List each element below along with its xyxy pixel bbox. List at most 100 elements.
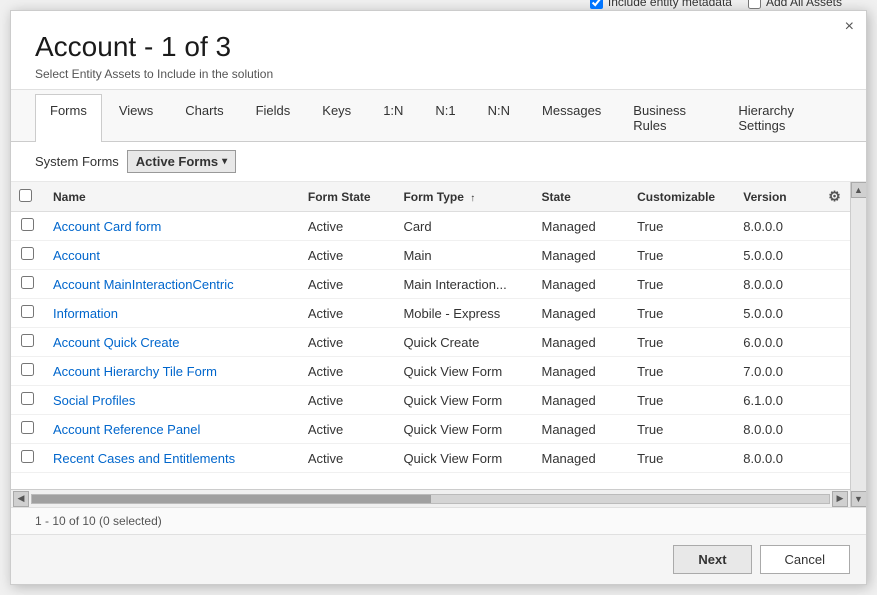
row-name[interactable]: Account Hierarchy Tile Form [45,357,300,386]
table-row[interactable]: Account Card formActiveCardManagedTrue8.… [11,212,850,241]
row-version: 8.0.0.0 [735,212,820,241]
next-button[interactable]: Next [673,545,751,574]
vertical-scroll-track[interactable] [851,198,866,491]
row-checkbox[interactable] [21,421,34,434]
table-row[interactable]: Social ProfilesActiveQuick View FormMana… [11,386,850,415]
col-customizable[interactable]: Customizable [629,182,735,212]
row-checkbox[interactable] [21,392,34,405]
tab-views[interactable]: Views [104,94,168,141]
row-name[interactable]: Recent Cases and Entitlements [45,444,300,473]
col-version[interactable]: Version [735,182,820,212]
tab-keys[interactable]: Keys [307,94,366,141]
table-wrapper: Name Form State Form Type ↑ State Custom… [11,182,850,507]
active-forms-dropdown[interactable]: Active Forms ▾ [127,150,236,173]
row-name[interactable]: Account [45,241,300,270]
table-row[interactable]: InformationActiveMobile - ExpressManaged… [11,299,850,328]
table-row[interactable]: Account MainInteractionCentricActiveMain… [11,270,850,299]
row-checkbox[interactable] [21,247,34,260]
col-form-type[interactable]: Form Type ↑ [395,182,533,212]
include-metadata-checkbox[interactable] [590,0,603,9]
row-gear-cell [820,241,850,270]
row-state: Managed [534,328,630,357]
row-name[interactable]: Account MainInteractionCentric [45,270,300,299]
scroll-up-button[interactable]: ▲ [851,182,867,198]
col-settings[interactable]: ⚙ [820,182,850,212]
add-all-assets-checkbox[interactable] [748,0,761,9]
row-checkbox-cell[interactable] [11,444,45,473]
row-checkbox-cell[interactable] [11,212,45,241]
row-name[interactable]: Information [45,299,300,328]
row-customizable: True [629,357,735,386]
col-form-state[interactable]: Form State [300,182,396,212]
row-checkbox-cell[interactable] [11,386,45,415]
row-name[interactable]: Account Reference Panel [45,415,300,444]
row-state: Managed [534,299,630,328]
row-checkbox-cell[interactable] [11,241,45,270]
row-name[interactable]: Account Card form [45,212,300,241]
form-name-link[interactable]: Account Quick Create [53,335,179,350]
row-checkbox-cell[interactable] [11,299,45,328]
row-version: 8.0.0.0 [735,415,820,444]
row-version: 5.0.0.0 [735,241,820,270]
include-metadata-option[interactable]: Include entity metadata [590,0,732,9]
tab-business-rules[interactable]: Business Rules [618,94,721,141]
tab-messages[interactable]: Messages [527,94,616,141]
vertical-scrollbar[interactable]: ▲ ▼ [850,182,866,507]
tab-fields[interactable]: Fields [241,94,306,141]
row-checkbox[interactable] [21,276,34,289]
gear-icon[interactable]: ⚙ [828,188,841,204]
row-checkbox-cell[interactable] [11,357,45,386]
col-check[interactable] [11,182,45,212]
row-checkbox[interactable] [21,305,34,318]
row-checkbox-cell[interactable] [11,328,45,357]
row-checkbox[interactable] [21,334,34,347]
row-checkbox[interactable] [21,450,34,463]
row-state: Managed [534,357,630,386]
table-row[interactable]: Account Quick CreateActiveQuick CreateMa… [11,328,850,357]
row-checkbox[interactable] [21,218,34,231]
col-name[interactable]: Name [45,182,300,212]
close-button[interactable]: × [845,19,854,35]
row-checkbox-cell[interactable] [11,270,45,299]
row-name[interactable]: Account Quick Create [45,328,300,357]
tab-1n[interactable]: 1:N [368,94,418,141]
form-name-link[interactable]: Information [53,306,118,321]
form-name-link[interactable]: Account MainInteractionCentric [53,277,234,292]
select-all-checkbox[interactable] [19,189,32,202]
scroll-right-button[interactable]: ▶ [832,491,848,507]
scroll-down-button[interactable]: ▼ [851,491,867,507]
tab-forms[interactable]: Forms [35,94,102,142]
row-state: Managed [534,241,630,270]
row-name[interactable]: Social Profiles [45,386,300,415]
row-state: Managed [534,386,630,415]
active-forms-label: Active Forms [136,154,218,169]
table-row[interactable]: Account Hierarchy Tile FormActiveQuick V… [11,357,850,386]
tab-nn[interactable]: N:N [473,94,525,141]
horizontal-scrollbar[interactable]: ◀ ▶ [11,489,850,507]
scroll-track[interactable] [31,494,830,504]
form-name-link[interactable]: Account Reference Panel [53,422,200,437]
tab-hierarchy-settings[interactable]: Hierarchy Settings [723,94,840,141]
scroll-left-button[interactable]: ◀ [13,491,29,507]
form-name-link[interactable]: Recent Cases and Entitlements [53,451,235,466]
row-version: 6.0.0.0 [735,328,820,357]
system-forms-label: System Forms [35,154,119,169]
forms-toolbar: System Forms Active Forms ▾ [11,142,866,182]
table-scroll[interactable]: Name Form State Form Type ↑ State Custom… [11,182,850,489]
row-checkbox-cell[interactable] [11,415,45,444]
tab-charts[interactable]: Charts [170,94,238,141]
cancel-button[interactable]: Cancel [760,545,850,574]
add-all-assets-option[interactable]: Add All Assets [748,0,842,9]
table-row[interactable]: AccountActiveMainManagedTrue5.0.0.0 [11,241,850,270]
tab-n1[interactable]: N:1 [420,94,470,141]
col-state[interactable]: State [534,182,630,212]
form-name-link[interactable]: Account Hierarchy Tile Form [53,364,217,379]
form-name-link[interactable]: Account Card form [53,219,161,234]
form-name-link[interactable]: Account [53,248,100,263]
table-row[interactable]: Recent Cases and EntitlementsActiveQuick… [11,444,850,473]
row-gear-cell [820,444,850,473]
table-row[interactable]: Account Reference PanelActiveQuick View … [11,415,850,444]
row-checkbox[interactable] [21,363,34,376]
form-name-link[interactable]: Social Profiles [53,393,135,408]
dialog-header: Include entity metadata Add All Assets A… [11,11,866,90]
